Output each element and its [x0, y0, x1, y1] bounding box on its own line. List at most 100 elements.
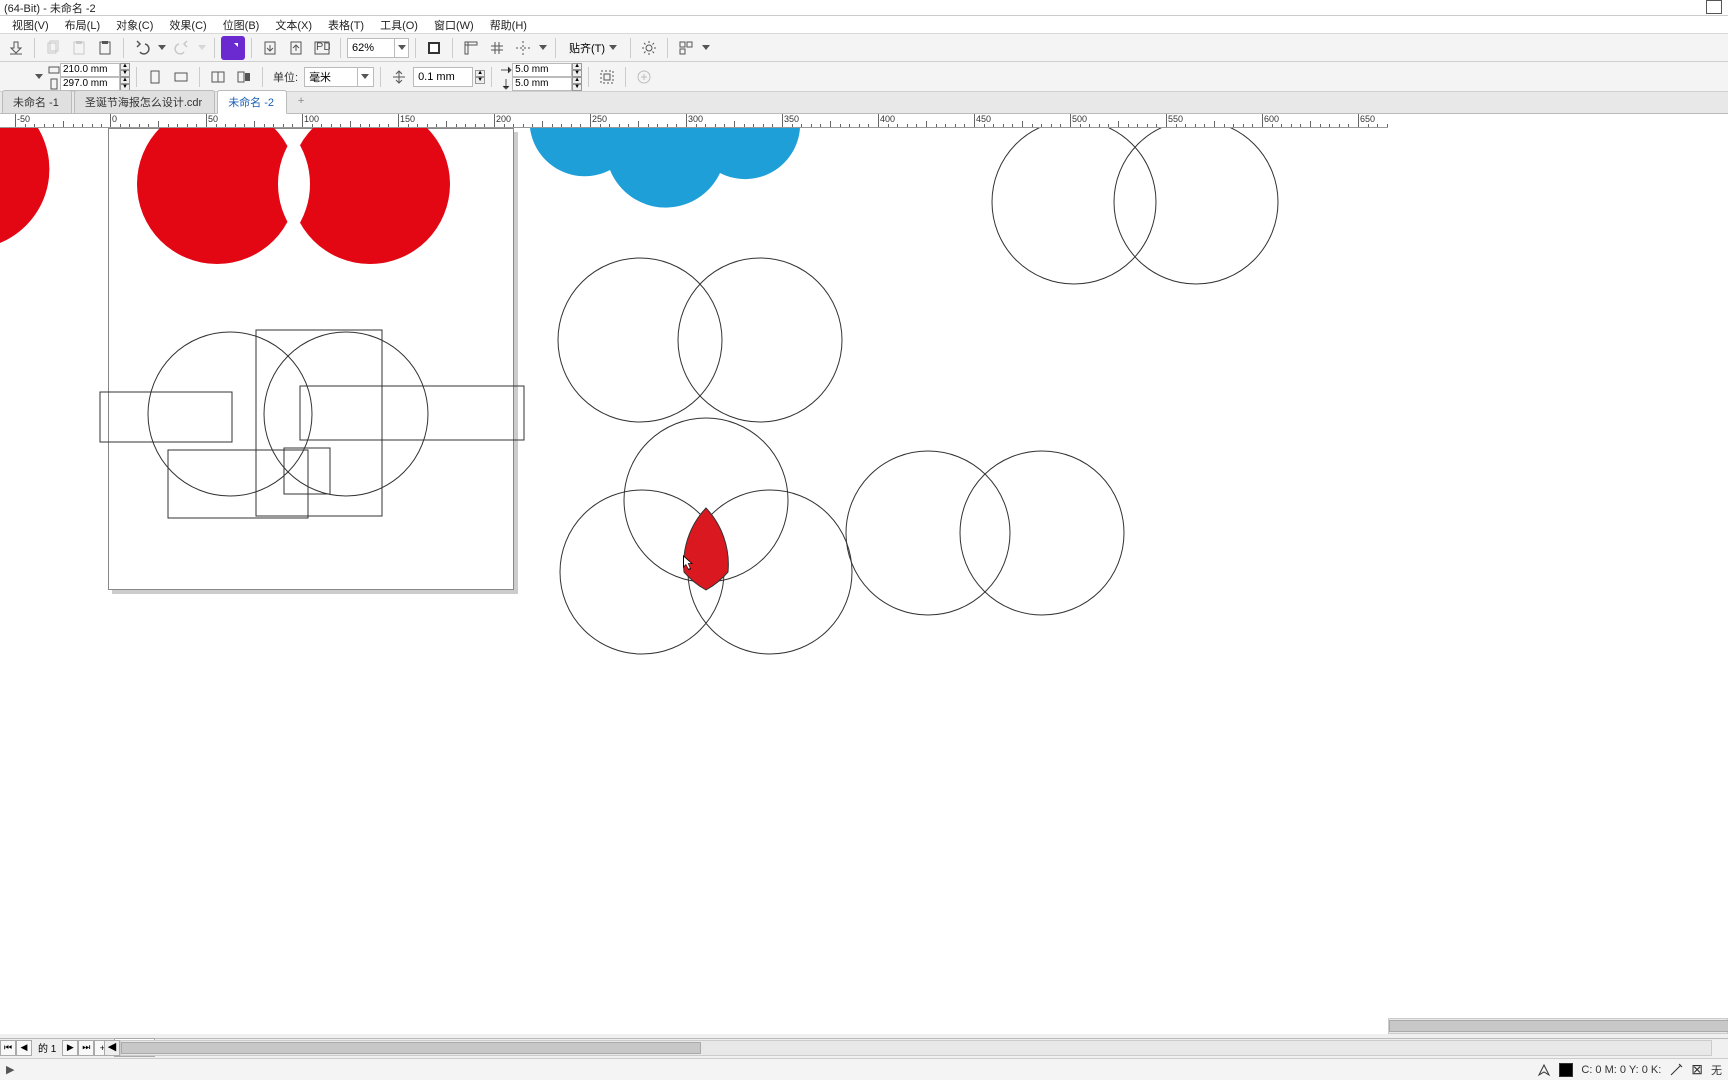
fill-readout: C: 0 M: 0 Y: 0 K: — [1581, 1064, 1661, 1076]
snap-button[interactable]: 贴齐(T) — [562, 37, 624, 59]
property-bar: ▲▼ ▲▼ 单位: ▲▼ ▲▼ ▲▼ — [0, 62, 1728, 92]
menu-table[interactable]: 表格(T) — [322, 16, 370, 34]
publish-pdf-icon[interactable]: PDF — [310, 36, 334, 60]
page-last-icon[interactable]: ⏭ — [78, 1040, 94, 1056]
app-launcher-dropdown[interactable] — [700, 36, 712, 60]
undo-button[interactable] — [130, 36, 154, 60]
guides-dropdown[interactable] — [537, 36, 549, 60]
redo-dropdown[interactable] — [196, 36, 208, 60]
dup-x-spinner[interactable]: ▲▼ — [572, 63, 582, 77]
paste-icon[interactable] — [67, 36, 91, 60]
landscape-icon[interactable] — [169, 65, 193, 89]
dup-y-spinner[interactable]: ▲▼ — [572, 77, 582, 91]
separator — [136, 67, 137, 87]
separator — [588, 67, 589, 87]
show-grid-icon[interactable] — [485, 36, 509, 60]
ruler-label: 0 — [112, 114, 117, 124]
restore-icon[interactable] — [1708, 2, 1722, 14]
app-launcher-icon[interactable] — [674, 36, 698, 60]
all-pages-icon[interactable] — [206, 65, 230, 89]
shape-rect-outline[interactable] — [168, 450, 308, 518]
zoom-input[interactable] — [348, 39, 394, 57]
portrait-icon[interactable] — [143, 65, 167, 89]
menu-window[interactable]: 窗口(W) — [428, 16, 480, 34]
page-navigator: ⏮ ◀ 的 1 ▶ ⏭ + 页 1 ◀ — [0, 1038, 1728, 1056]
ruler-label: -50 — [17, 114, 30, 124]
shape-rect-outline[interactable] — [300, 386, 524, 440]
doctab-untitled-1[interactable]: 未命名 -1 — [2, 90, 72, 113]
hscroll-left-icon[interactable]: ◀ — [104, 1040, 120, 1056]
add-icon[interactable] — [632, 65, 656, 89]
shape-red-partial[interactable] — [0, 128, 49, 243]
current-page-icon[interactable] — [232, 65, 256, 89]
shape-red-circle[interactable] — [290, 128, 450, 264]
dup-x-input[interactable] — [512, 63, 572, 77]
shape-circle-outline[interactable] — [558, 258, 722, 422]
fill-swatch[interactable] — [1559, 1063, 1573, 1077]
presets-dropdown[interactable] — [4, 65, 44, 89]
page-width-spinner[interactable]: ▲▼ — [120, 63, 130, 77]
shape-circle-outline[interactable] — [678, 258, 842, 422]
shape-red-circle[interactable] — [137, 128, 297, 264]
horizontal-ruler[interactable]: -500501001502002503003504004505005506006… — [0, 114, 1388, 128]
nudge-input-box[interactable] — [413, 67, 473, 87]
no-outline-icon[interactable]: ⊠ — [1691, 1061, 1703, 1078]
clipboard-icon[interactable] — [93, 36, 117, 60]
shape-rect-outline[interactable] — [100, 392, 232, 442]
shape-blue-cloud[interactable] — [530, 128, 800, 208]
copy-icon[interactable] — [41, 36, 65, 60]
separator — [262, 67, 263, 87]
doctab-christmas-poster[interactable]: 圣诞节海报怎么设计.cdr — [74, 90, 215, 113]
import-icon[interactable] — [258, 36, 282, 60]
menu-text[interactable]: 文本(X) — [269, 16, 318, 34]
page-height-input[interactable] — [60, 77, 120, 91]
nudge-input[interactable] — [414, 68, 470, 86]
menu-layout[interactable]: 布局(L) — [59, 16, 106, 34]
page-first-icon[interactable]: ⏮ — [0, 1040, 16, 1056]
separator — [452, 38, 453, 58]
undo-dropdown[interactable] — [156, 36, 168, 60]
options-icon[interactable] — [637, 36, 661, 60]
zoom-combo[interactable] — [347, 38, 409, 58]
hscroll-thumb-right[interactable] — [1389, 1020, 1728, 1032]
redo-button[interactable] — [170, 36, 194, 60]
page-next-icon[interactable]: ▶ — [62, 1040, 78, 1056]
document-tabs: 未命名 -1 圣诞节海报怎么设计.cdr 未命名 -2 + — [0, 92, 1728, 114]
hscroll-track-right[interactable] — [1388, 1018, 1728, 1034]
units-dropdown-icon[interactable] — [357, 68, 371, 86]
page-width-input[interactable] — [60, 63, 120, 77]
hscroll-thumb[interactable] — [121, 1042, 701, 1054]
export-icon[interactable] — [4, 36, 28, 60]
doctab-untitled-2[interactable]: 未命名 -2 — [217, 90, 287, 114]
shape-rect-outline[interactable] — [284, 448, 330, 494]
units-input[interactable] — [305, 68, 357, 86]
menu-bitmap[interactable]: 位图(B) — [217, 16, 266, 34]
add-document-icon[interactable]: + — [293, 95, 309, 111]
show-rulers-icon[interactable] — [459, 36, 483, 60]
shape-circle-outline[interactable] — [846, 451, 1010, 615]
menu-tools[interactable]: 工具(O) — [374, 16, 424, 34]
treat-as-filled-icon[interactable] — [595, 65, 619, 89]
ruler-label: 600 — [1264, 114, 1279, 124]
zoom-dropdown-icon[interactable] — [394, 39, 408, 57]
menu-help[interactable]: 帮助(H) — [484, 16, 533, 34]
units-combo[interactable] — [304, 67, 374, 87]
shape-red-intersect[interactable] — [684, 508, 729, 590]
horizontal-scrollbar[interactable]: ◀ — [120, 1040, 1728, 1056]
show-guides-icon[interactable] — [511, 36, 535, 60]
drawing-canvas[interactable] — [0, 128, 1388, 1034]
shape-circle-outline[interactable] — [960, 451, 1124, 615]
page-prev-icon[interactable]: ◀ — [16, 1040, 32, 1056]
fullscreen-icon[interactable] — [422, 36, 446, 60]
menu-view[interactable]: 视图(V) — [6, 16, 55, 34]
nudge-icon[interactable] — [387, 65, 411, 89]
nudge-spinner[interactable]: ▲▼ — [475, 70, 485, 84]
hscroll-track[interactable] — [120, 1040, 1712, 1056]
menu-effects[interactable]: 效果(C) — [163, 16, 212, 34]
launch-icon[interactable] — [221, 36, 245, 60]
export-pdf-icon[interactable] — [284, 36, 308, 60]
shape-rect-outline[interactable] — [256, 330, 382, 516]
page-height-spinner[interactable]: ▲▼ — [120, 77, 130, 91]
menu-object[interactable]: 对象(C) — [110, 16, 159, 34]
dup-y-input[interactable] — [512, 77, 572, 91]
